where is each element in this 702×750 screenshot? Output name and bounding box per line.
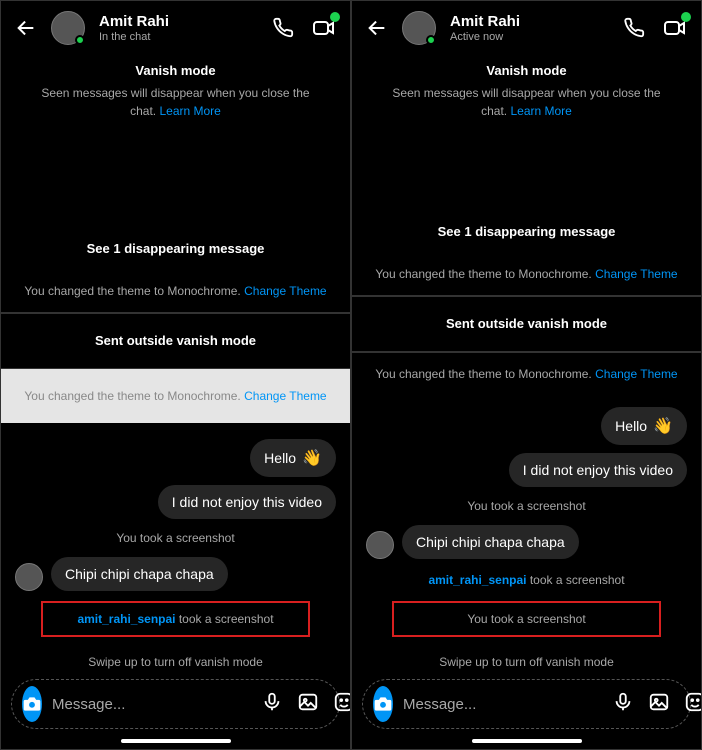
disappearing-msg-notice[interactable]: See 1 disappearing message (1, 241, 350, 256)
change-theme-link[interactable]: Change Theme (244, 389, 327, 403)
header: Amit Rahi Active now (352, 1, 701, 59)
vanish-mode-title: Vanish mode (31, 63, 320, 78)
learn-more-link[interactable]: Learn More (159, 104, 220, 118)
contact-name[interactable]: Amit Rahi (450, 13, 609, 30)
video-call-button[interactable] (663, 16, 687, 40)
sticker-icon[interactable] (684, 691, 701, 718)
chat-screen-left: Amit Rahi In the chat Vanish mode Seen m… (0, 0, 351, 750)
message-input[interactable] (403, 696, 602, 713)
sender-avatar[interactable] (366, 531, 394, 559)
call-button[interactable] (623, 17, 645, 39)
vanish-mode-info: Vanish mode Seen messages will disappear… (352, 59, 701, 120)
theme-change-notice: You changed the theme to Monochrome. Cha… (352, 253, 701, 295)
contact-status: Active now (450, 31, 609, 43)
mic-icon[interactable] (612, 691, 634, 718)
screenshot-alert: amit_rahi_senpai took a screenshot (41, 601, 310, 637)
change-theme-link[interactable]: Change Theme (595, 267, 678, 281)
message-composer[interactable] (11, 679, 340, 729)
sent-message-bubble[interactable]: Hello 👋 (601, 407, 687, 445)
video-active-indicator (681, 12, 691, 22)
avatar[interactable] (51, 11, 85, 45)
header: Amit Rahi In the chat (1, 1, 350, 59)
home-indicator (472, 739, 582, 743)
gallery-icon[interactable] (297, 691, 319, 718)
message-composer[interactable] (362, 679, 691, 729)
presence-indicator (75, 35, 85, 45)
chat-content: Vanish mode Seen messages will disappear… (352, 59, 701, 749)
camera-button[interactable] (373, 686, 393, 722)
sticker-icon[interactable] (333, 691, 350, 718)
sent-message-bubble[interactable]: I did not enjoy this video (158, 485, 336, 519)
theme-change-notice: You changed the theme to Monochrome. Cha… (1, 270, 350, 312)
wave-emoji: 👋 (653, 416, 673, 436)
chat-content: Vanish mode Seen messages will disappear… (1, 59, 350, 749)
disappearing-msg-notice[interactable]: See 1 disappearing message (352, 224, 701, 239)
screenshot-notice: You took a screenshot (352, 499, 701, 513)
received-message-bubble[interactable]: Chipi chipi chapa chapa (402, 525, 579, 559)
presence-indicator (426, 35, 436, 45)
learn-more-link[interactable]: Learn More (510, 104, 571, 118)
sender-avatar[interactable] (15, 563, 43, 591)
screenshot-notice: You took a screenshot (1, 531, 350, 545)
screenshot-user: amit_rahi_senpai (428, 573, 526, 587)
screenshot-user: amit_rahi_senpai (77, 612, 175, 626)
theme-change-notice-highlight: You changed the theme to Monochrome. Cha… (1, 369, 350, 423)
avatar[interactable] (402, 11, 436, 45)
back-button[interactable] (15, 17, 37, 39)
back-button[interactable] (366, 17, 388, 39)
call-button[interactable] (272, 17, 294, 39)
swipe-hint: Swipe up to turn off vanish mode (352, 655, 701, 669)
video-active-indicator (330, 12, 340, 22)
sent-message-bubble[interactable]: Hello 👋 (250, 439, 336, 477)
theme-change-notice: You changed the theme to Monochrome. Cha… (352, 353, 701, 395)
mic-icon[interactable] (261, 691, 283, 718)
outside-vanish-label: Sent outside vanish mode (95, 333, 256, 348)
swipe-hint: Swipe up to turn off vanish mode (1, 655, 350, 669)
change-theme-link[interactable]: Change Theme (244, 284, 327, 298)
contact-status: In the chat (99, 31, 258, 43)
vanish-mode-title: Vanish mode (382, 63, 671, 78)
received-message-bubble[interactable]: Chipi chipi chapa chapa (51, 557, 228, 591)
contact-name[interactable]: Amit Rahi (99, 13, 258, 30)
sent-message-bubble[interactable]: I did not enjoy this video (509, 453, 687, 487)
vanish-mode-info: Vanish mode Seen messages will disappear… (1, 59, 350, 120)
outside-vanish-label: Sent outside vanish mode (446, 316, 607, 331)
screenshot-by-user: amit_rahi_senpai took a screenshot (352, 573, 701, 587)
message-input[interactable] (52, 696, 251, 713)
home-indicator (121, 739, 231, 743)
change-theme-link[interactable]: Change Theme (595, 367, 678, 381)
camera-button[interactable] (22, 686, 42, 722)
chat-screen-right: Amit Rahi Active now Vanish mode Seen me… (351, 0, 702, 750)
screenshot-alert: You took a screenshot (392, 601, 661, 637)
wave-emoji: 👋 (302, 448, 322, 468)
gallery-icon[interactable] (648, 691, 670, 718)
video-call-button[interactable] (312, 16, 336, 40)
